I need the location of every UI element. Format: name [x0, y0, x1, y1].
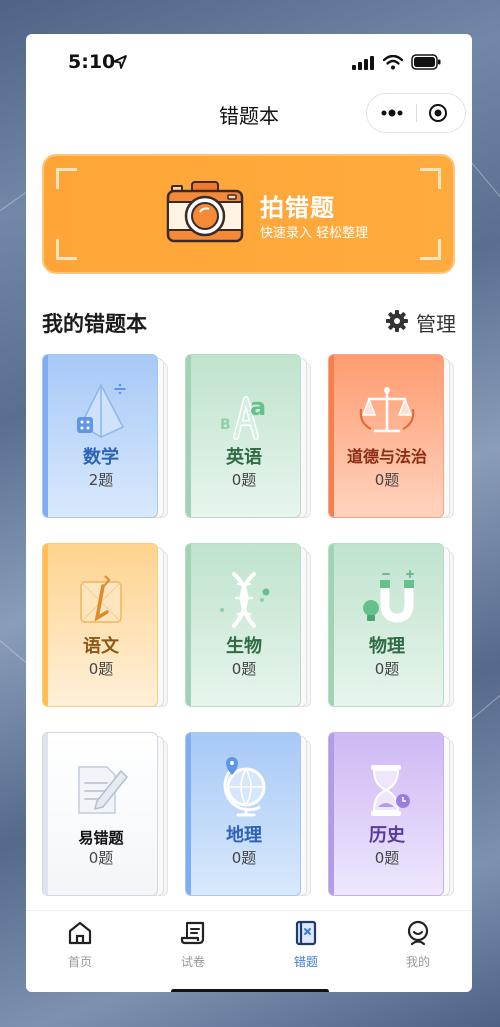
- card-count: 0题: [231, 660, 257, 678]
- card-spine: [43, 733, 48, 895]
- frame-corner: [56, 239, 77, 260]
- manage-label: 管理: [416, 312, 456, 336]
- globe-icon: [223, 757, 266, 817]
- book-pen-icon: [80, 575, 122, 623]
- background-line: [469, 160, 500, 207]
- card-cover: 地理 0题: [185, 732, 301, 896]
- card-spine: [186, 355, 191, 517]
- hourglass-icon: [371, 765, 410, 816]
- location-arrow-icon: [113, 55, 127, 69]
- card-name: 语文: [83, 636, 119, 657]
- card-name: 数学: [83, 447, 119, 468]
- card-cover: 物理 0题: [328, 543, 444, 707]
- notebook-card-physics[interactable]: 物理 0题: [328, 543, 454, 709]
- wifi-icon: [383, 55, 403, 70]
- tab-label: 试卷: [180, 955, 205, 969]
- close-target-icon[interactable]: [428, 103, 448, 123]
- status-bar: 5:10: [26, 34, 472, 92]
- card-spine: [329, 355, 334, 517]
- tab-home[interactable]: 首页: [50, 919, 110, 969]
- take-photo-banner[interactable]: 拍错题 快速录入 轻松整理: [42, 154, 455, 274]
- pyramid-calculator-icon: [77, 383, 126, 438]
- notebook-icon: [295, 920, 317, 946]
- home-indicator: [171, 989, 329, 992]
- card-name: 道德与法治: [346, 447, 427, 466]
- frame-corner: [420, 239, 441, 260]
- card-spine: [186, 733, 191, 895]
- signal-icon: [352, 56, 374, 70]
- card-cover: 道德与法治 0题: [328, 354, 444, 518]
- tab-label: 错题: [293, 955, 318, 969]
- card-cover: a B 英语 0题: [185, 354, 301, 518]
- card-name: 地理: [226, 825, 262, 846]
- svg-text:B: B: [220, 417, 231, 433]
- card-count: 0题: [231, 849, 257, 867]
- section-title: 我的错题本: [42, 312, 147, 336]
- card-name: 英语: [226, 447, 262, 468]
- mini-program-capsule: [366, 93, 466, 133]
- capsule-divider: [416, 104, 417, 122]
- card-count: 2题: [88, 471, 114, 489]
- card-spine: [329, 733, 334, 895]
- notebook-card-math[interactable]: 数学 2题: [42, 354, 168, 520]
- card-cover: 易错题 0题: [42, 732, 158, 896]
- battery-icon: [411, 54, 441, 70]
- tab-mistakes[interactable]: 错题: [276, 919, 336, 969]
- banner-subtitle: 快速录入 轻松整理: [260, 226, 369, 241]
- abc-letters-icon: a B: [220, 393, 266, 440]
- tab-mine[interactable]: 我的: [388, 919, 448, 969]
- card-count: 0题: [88, 849, 114, 867]
- card-name: 物理: [369, 636, 405, 657]
- card-cover: 历史 0题: [328, 732, 444, 896]
- notebook-card-morality-law[interactable]: 道德与法治 0题: [328, 354, 454, 520]
- svg-text:a: a: [250, 393, 266, 421]
- profile-icon: [407, 920, 429, 946]
- notebook-card-english[interactable]: a B 英语 0题: [185, 354, 311, 520]
- home-icon: [68, 921, 92, 945]
- card-spine: [43, 544, 48, 706]
- card-count: 0题: [231, 471, 257, 489]
- frame-corner: [420, 168, 441, 189]
- notebook-card-geography[interactable]: 地理 0题: [185, 732, 311, 898]
- card-count: 0题: [374, 471, 400, 489]
- notebook-card-chinese[interactable]: 语文 0题: [42, 543, 168, 709]
- card-name: 生物: [226, 636, 262, 657]
- tab-papers[interactable]: 试卷: [163, 919, 223, 969]
- status-time: 5:10: [68, 51, 116, 73]
- gear-icon: [386, 310, 408, 332]
- banner-title: 拍错题: [260, 194, 335, 222]
- card-count: 0题: [374, 849, 400, 867]
- card-spine: [186, 544, 191, 706]
- card-spine: [43, 355, 48, 517]
- tab-bar: 首页 试卷 错题 我的: [26, 910, 472, 992]
- card-cover: 数学 2题: [42, 354, 158, 518]
- phone-screen: 5:10 错题本 拍错题 快速录入 轻松整理 我的错题本 管理 数学 2题 a …: [26, 34, 472, 992]
- paper-pencil-icon: [78, 766, 129, 814]
- scales-icon: [359, 387, 415, 433]
- card-count: 0题: [374, 660, 400, 678]
- card-cover: 生物 0题: [185, 543, 301, 707]
- scroll-icon: [180, 921, 205, 945]
- magnet-bulb-icon: [363, 570, 414, 623]
- notebook-card-error-prone[interactable]: 易错题 0题: [42, 732, 168, 898]
- background-line: [470, 681, 500, 721]
- camera-icon: [166, 181, 244, 243]
- more-icon[interactable]: [380, 106, 404, 120]
- frame-corner: [56, 168, 77, 189]
- notebook-card-biology[interactable]: 生物 0题: [185, 543, 311, 709]
- dna-icon: [220, 572, 270, 628]
- card-spine: [329, 544, 334, 706]
- tab-label: 首页: [67, 955, 92, 969]
- card-name: 易错题: [78, 829, 124, 847]
- card-count: 0题: [88, 660, 114, 678]
- notebook-card-history[interactable]: 历史 0题: [328, 732, 454, 898]
- tab-label: 我的: [405, 955, 430, 969]
- card-cover: 语文 0题: [42, 543, 158, 707]
- card-name: 历史: [369, 825, 405, 846]
